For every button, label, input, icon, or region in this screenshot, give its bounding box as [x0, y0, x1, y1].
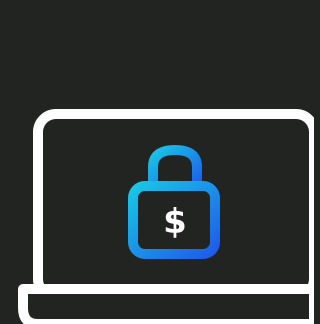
- laptop-base-outline: [18, 284, 314, 324]
- laptop-security-graphic: $: [18, 109, 314, 324]
- dollar-sign-icon: $: [163, 202, 187, 242]
- laptop-security-illustration: $: [0, 0, 314, 324]
